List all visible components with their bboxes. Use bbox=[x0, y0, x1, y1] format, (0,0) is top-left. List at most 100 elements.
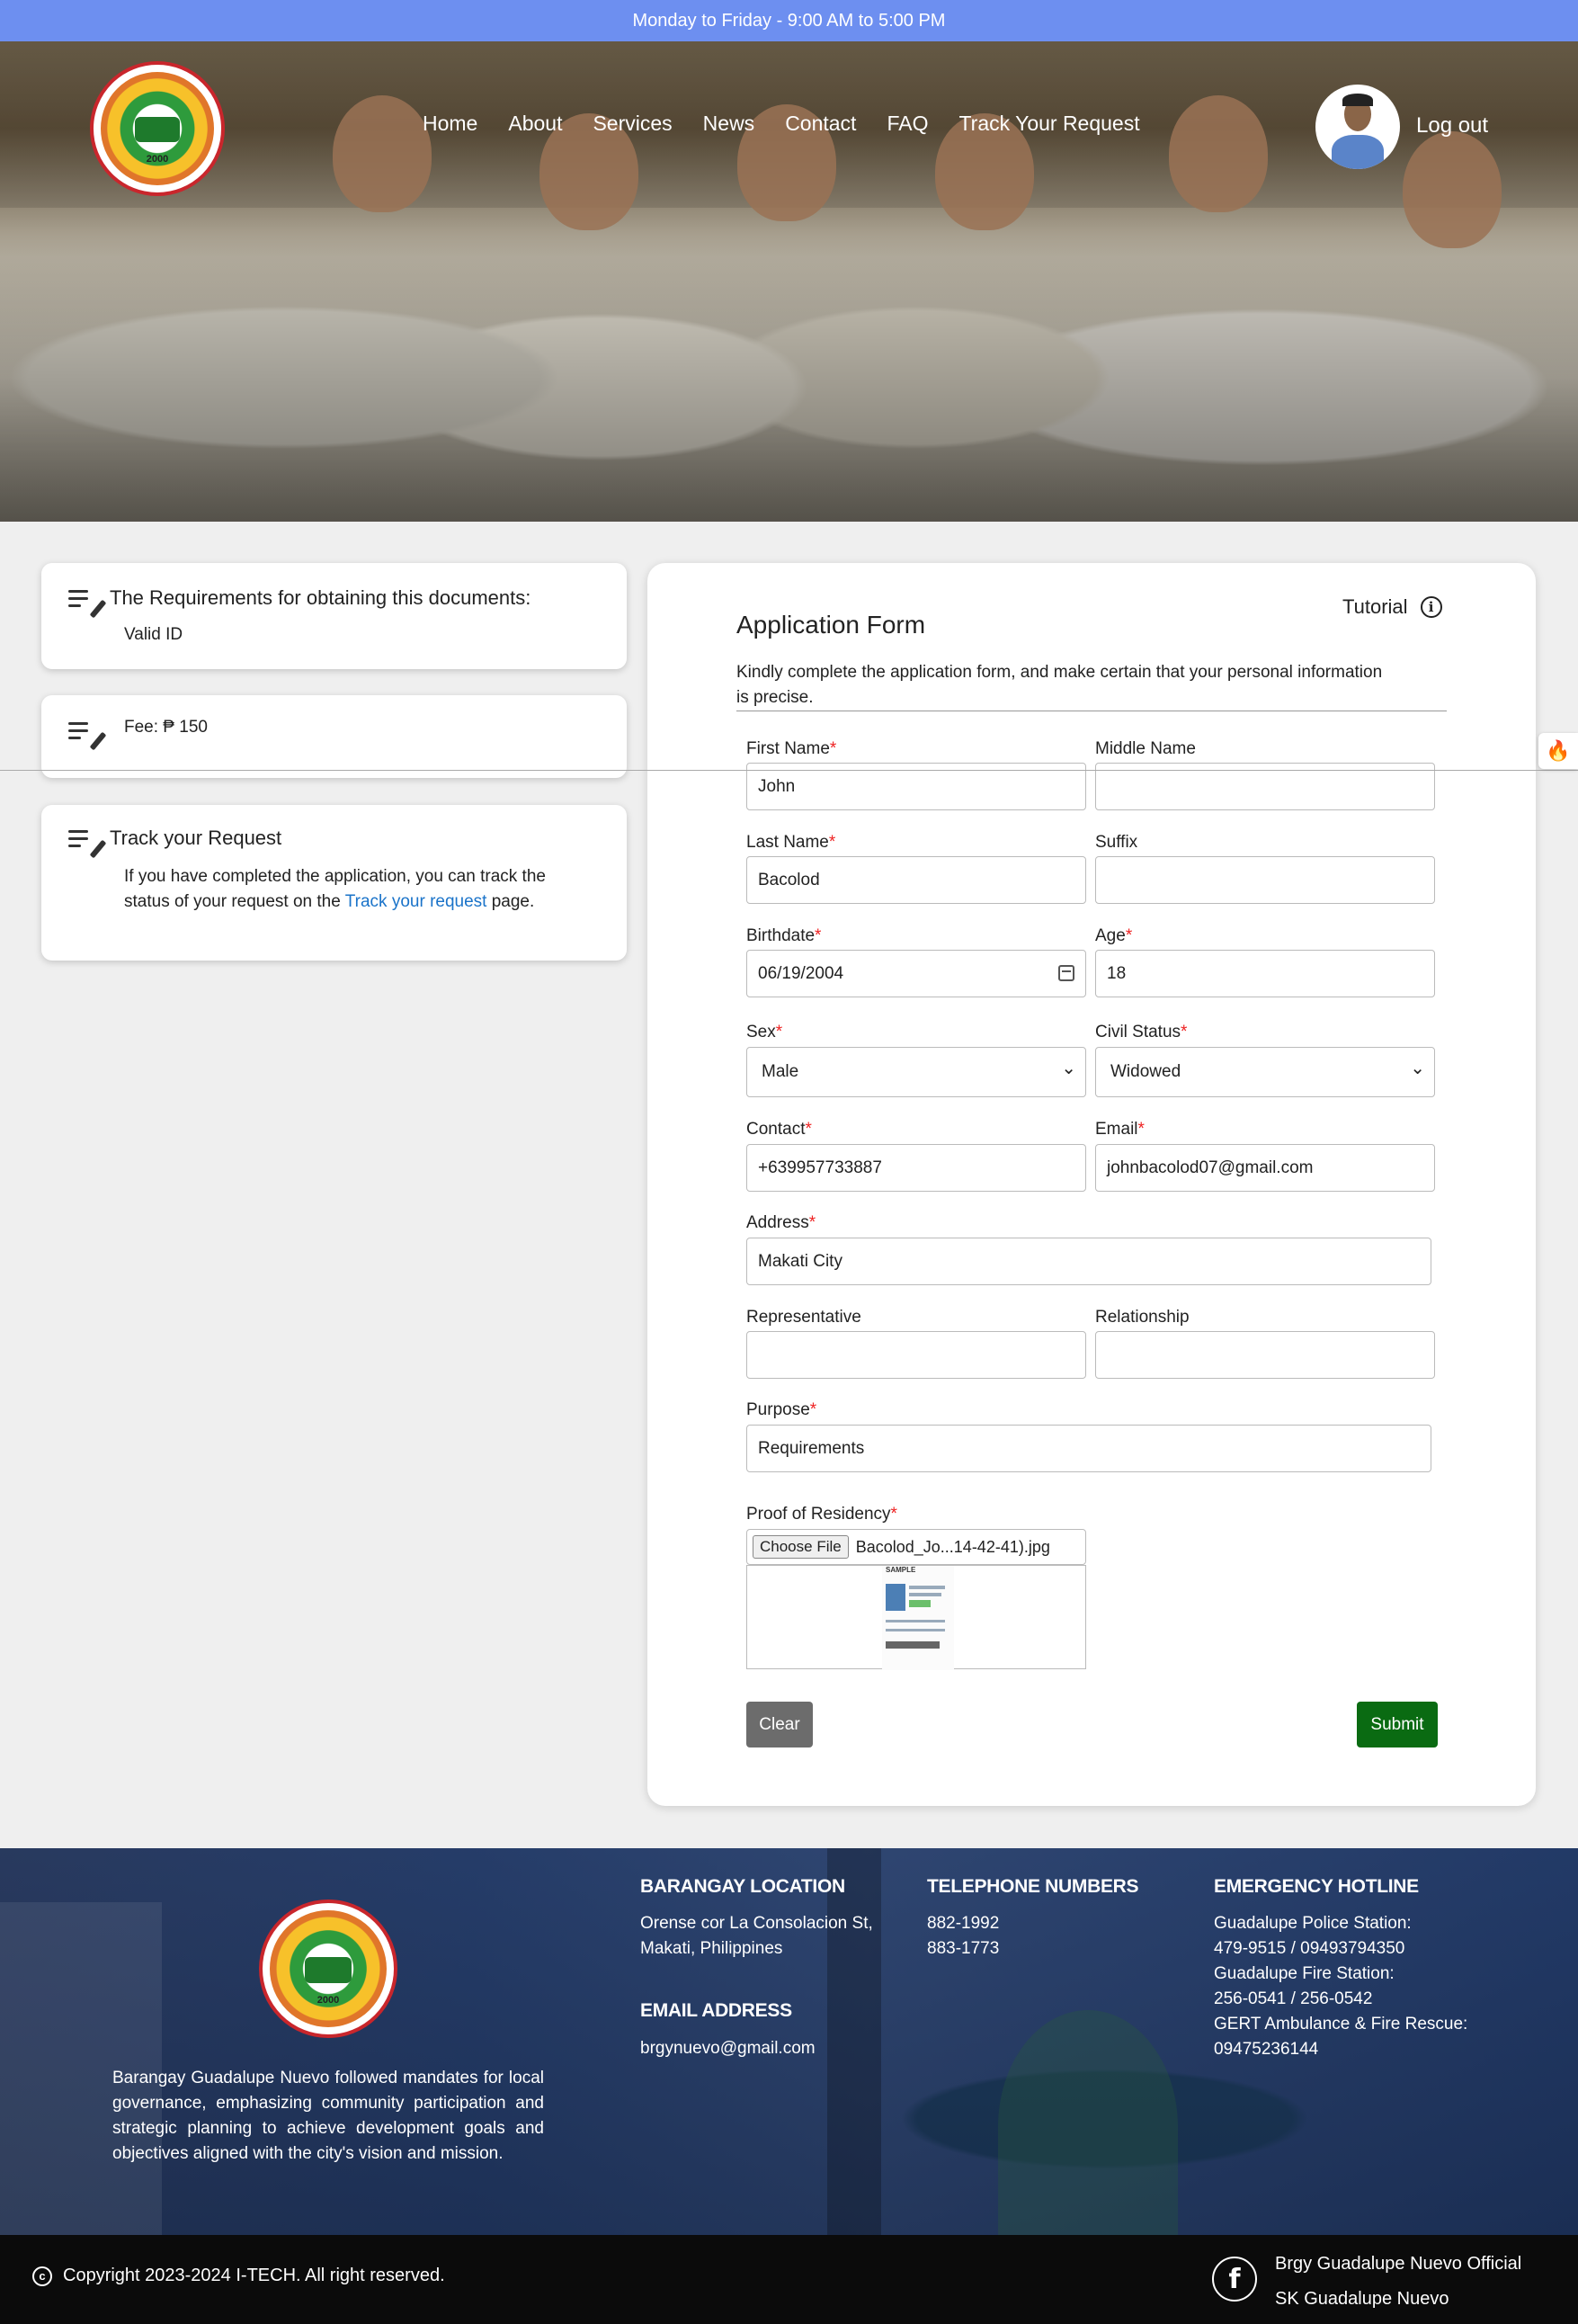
proof-file-input[interactable]: Choose File Bacolod_Jo...14-42-41).jpg bbox=[746, 1529, 1086, 1565]
fee-card: Fee: ₱ 150 bbox=[41, 695, 627, 778]
form-title: Application Form bbox=[736, 611, 926, 639]
main-nav: Home About Services News Contact FAQ Tra… bbox=[423, 112, 1140, 136]
relationship-label: Relationship bbox=[1095, 1308, 1190, 1327]
required-mark: * bbox=[808, 1213, 816, 1232]
logo-emblem bbox=[101, 72, 214, 185]
footer-about-text: Barangay Guadalupe Nuevo followed mandat… bbox=[112, 2069, 544, 2163]
nav-services[interactable]: Services bbox=[593, 112, 672, 136]
edit-list-icon bbox=[68, 590, 107, 619]
address-input[interactable]: Makati City bbox=[746, 1238, 1431, 1285]
required-mark: * bbox=[775, 1023, 783, 1041]
suffix-input[interactable] bbox=[1095, 856, 1435, 904]
required-mark: * bbox=[829, 739, 837, 758]
sex-label: Sex* bbox=[746, 1023, 783, 1041]
email-input[interactable]: johnbacolod07@gmail.com bbox=[1095, 1144, 1435, 1192]
middle-name-label: Middle Name bbox=[1095, 739, 1196, 758]
track-request-link[interactable]: Track your request bbox=[345, 892, 487, 911]
nav-faq[interactable]: FAQ bbox=[887, 112, 928, 136]
required-mark: * bbox=[828, 833, 836, 852]
footer-barangay-logo: 2000 bbox=[259, 1899, 397, 2038]
location-line-1: Orense cor La Consolacion St, bbox=[640, 1914, 873, 1933]
copyright-bar: c Copyright 2023-2024 I-TECH. All right … bbox=[0, 2235, 1578, 2324]
contact-label: Contact* bbox=[746, 1120, 812, 1139]
nav-news[interactable]: News bbox=[703, 112, 755, 136]
contact-input[interactable]: +639957733887 bbox=[746, 1144, 1086, 1192]
police-label: Guadalupe Police Station: bbox=[1214, 1914, 1412, 1933]
submit-button[interactable]: Submit bbox=[1357, 1702, 1438, 1747]
required-mark: * bbox=[815, 926, 822, 945]
track-request-card: Track your Request If you have completed… bbox=[41, 805, 627, 961]
required-mark: * bbox=[809, 1400, 817, 1419]
purpose-input[interactable]: Requirements bbox=[746, 1425, 1431, 1472]
birthdate-label: Birthdate* bbox=[746, 926, 822, 945]
purpose-label: Purpose* bbox=[746, 1400, 817, 1419]
representative-label: Representative bbox=[746, 1308, 861, 1327]
required-mark: * bbox=[805, 1120, 812, 1139]
sex-selected-value: Male bbox=[762, 1062, 799, 1081]
barangay-logo[interactable]: 2000 bbox=[90, 61, 225, 196]
logout-link[interactable]: Log out bbox=[1416, 113, 1488, 139]
clear-button[interactable]: Clear bbox=[746, 1702, 813, 1747]
user-avatar[interactable] bbox=[1315, 85, 1400, 169]
representative-input[interactable] bbox=[746, 1331, 1086, 1379]
copyright: c Copyright 2023-2024 I-TECH. All right … bbox=[32, 2266, 445, 2286]
choose-file-button[interactable]: Choose File bbox=[753, 1535, 849, 1559]
age-input[interactable]: 18 bbox=[1095, 950, 1435, 997]
required-mark: * bbox=[1137, 1120, 1145, 1139]
hero-photo-figure bbox=[1169, 95, 1268, 212]
nav-track-request[interactable]: Track Your Request bbox=[958, 112, 1139, 136]
facebook-link-sk[interactable]: SK Guadalupe Nuevo bbox=[1275, 2289, 1449, 2310]
proof-of-residency-label: Proof of Residency* bbox=[746, 1505, 897, 1524]
logo-year: 2000 bbox=[316, 1994, 340, 2006]
hero-photo-figure bbox=[1403, 131, 1502, 248]
application-form-card: Tutorial i Application Form Kindly compl… bbox=[647, 563, 1536, 1806]
last-name-input[interactable]: Bacolod bbox=[746, 856, 1086, 904]
requirements-item: Valid ID bbox=[124, 625, 183, 644]
last-name-label: Last Name* bbox=[746, 833, 836, 852]
file-preview: SAMPLE bbox=[746, 1565, 1086, 1670]
footer-email[interactable]: brgynuevo@gmail.com bbox=[640, 2036, 816, 2061]
suffix-label: Suffix bbox=[1095, 833, 1138, 852]
nav-about[interactable]: About bbox=[508, 112, 562, 136]
preview-sample-label: SAMPLE bbox=[886, 1566, 916, 1574]
required-mark: * bbox=[890, 1505, 897, 1524]
nav-contact[interactable]: Contact bbox=[785, 112, 856, 136]
office-hours-bar: Monday to Friday - 9:00 AM to 5:00 PM bbox=[0, 0, 1578, 41]
logo-year: 2000 bbox=[146, 153, 169, 165]
calendar-icon[interactable] bbox=[1058, 965, 1074, 981]
office-hours-text: Monday to Friday - 9:00 AM to 5:00 PM bbox=[632, 10, 946, 31]
fee-text: Fee: ₱ 150 bbox=[124, 718, 208, 737]
facebook-link-official[interactable]: Brgy Guadalupe Nuevo Official bbox=[1275, 2254, 1521, 2275]
fire-icon[interactable]: 🔥 bbox=[1538, 733, 1578, 769]
logo-emblem bbox=[270, 1910, 387, 2027]
telephone-heading: TELEPHONE NUMBERS bbox=[927, 1876, 1139, 1897]
telephone-2: 883-1773 bbox=[927, 1939, 1000, 1958]
requirements-card: The Requirements for obtaining this docu… bbox=[41, 563, 627, 669]
civil-status-label: Civil Status* bbox=[1095, 1023, 1188, 1041]
relationship-input[interactable] bbox=[1095, 1331, 1435, 1379]
copyright-text: Copyright 2023-2024 I-TECH. All right re… bbox=[63, 2266, 445, 2285]
selected-file-name: Bacolod_Jo...14-42-41).jpg bbox=[855, 1537, 1050, 1556]
edit-list-icon bbox=[68, 722, 107, 751]
gert-label: GERT Ambulance & Fire Rescue: bbox=[1214, 2015, 1468, 2033]
tutorial-label: Tutorial bbox=[1342, 595, 1408, 618]
police-numbers: 479-9515 / 09493794350 bbox=[1214, 1939, 1405, 1958]
email-label: Email* bbox=[1095, 1120, 1145, 1139]
sex-select[interactable]: Male bbox=[746, 1047, 1086, 1097]
track-text-after: page. bbox=[486, 892, 535, 911]
location-line-2: Makati, Philippines bbox=[640, 1939, 783, 1958]
nav-home[interactable]: Home bbox=[423, 112, 477, 136]
civil-status-select[interactable]: Widowed bbox=[1095, 1047, 1435, 1097]
civil-status-selected-value: Widowed bbox=[1110, 1062, 1181, 1081]
age-label: Age* bbox=[1095, 926, 1133, 945]
track-text: If you have completed the application, y… bbox=[124, 864, 592, 915]
edit-list-icon bbox=[68, 830, 107, 859]
facebook-icon[interactable]: f bbox=[1212, 2257, 1257, 2302]
info-icon: i bbox=[1420, 596, 1442, 618]
form-description: Kindly complete the application form, an… bbox=[736, 663, 1383, 707]
tutorial-button[interactable]: Tutorial i bbox=[1342, 595, 1442, 619]
email-heading: EMAIL ADDRESS bbox=[640, 2000, 792, 2021]
copyright-icon: c bbox=[32, 2266, 52, 2286]
birthdate-input[interactable]: 06/19/2004 bbox=[746, 950, 1086, 997]
file-preview-thumbnail: SAMPLE bbox=[882, 1566, 954, 1670]
